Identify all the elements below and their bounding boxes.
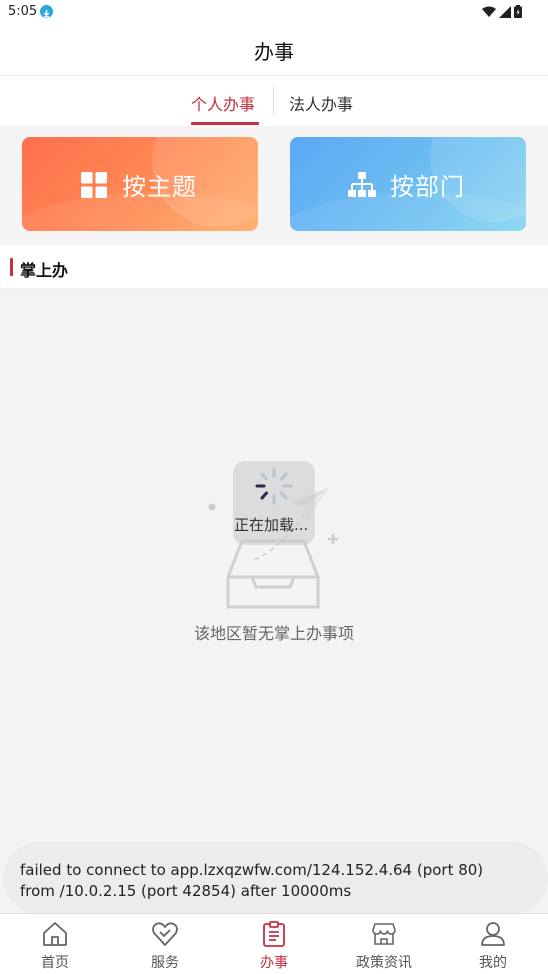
org-chart-icon (348, 172, 376, 197)
tab-bar: 个人办事 法人办事 (0, 77, 548, 126)
by-department-card[interactable]: 按部门 (290, 137, 526, 231)
section-title: 掌上办 (20, 261, 69, 280)
loading-text: 正在加载... (234, 516, 309, 534)
tabbar-item-services[interactable]: 服务 (110, 914, 220, 974)
tabbar-label: 首页 (41, 955, 69, 971)
tabbar-label: 办事 (260, 955, 288, 971)
section-header: 掌上办 (0, 246, 548, 289)
page-title: 办事 (254, 40, 294, 64)
wifi-icon (482, 6, 496, 17)
grid-icon (81, 172, 107, 198)
tabbar-label: 我的 (479, 955, 507, 971)
store-icon (372, 923, 396, 945)
tabbar-item-policy-news[interactable]: 政策资讯 (329, 914, 439, 974)
tab-legal-person-affairs[interactable]: 法人办事 (289, 91, 353, 115)
bottom-tab-bar: 首页 服务 办事 政策资讯 我的 (0, 913, 548, 974)
empty-state-text: 该地区暂无掌上办事项 (193, 624, 354, 643)
clipboard-icon (263, 921, 285, 947)
signal-icon (499, 5, 511, 18)
error-toast: failed to connect to app.lzxqzwfw.com/12… (3, 842, 548, 914)
by-theme-card[interactable]: 按主题 (22, 137, 258, 231)
tabbar-label: 政策资讯 (356, 955, 412, 971)
spinner-icon (255, 467, 293, 505)
tabbar-label: 服务 (151, 955, 179, 971)
download-icon (40, 5, 53, 18)
active-tab-indicator (191, 122, 259, 125)
heart-icon (152, 922, 178, 946)
tab-personal-affairs[interactable]: 个人办事 (191, 91, 255, 115)
by-department-label: 按部门 (390, 173, 465, 201)
status-indicators (482, 5, 522, 18)
app-header: 办事 (0, 24, 548, 76)
user-icon (481, 922, 505, 946)
status-time: 5:05 (8, 4, 38, 19)
by-theme-label: 按主题 (122, 173, 197, 201)
battery-icon (514, 5, 522, 18)
toast-message: failed to connect to app.lzxqzwfw.com/12… (20, 861, 484, 900)
tabbar-item-mine[interactable]: 我的 (438, 914, 548, 974)
tabbar-item-home[interactable]: 首页 (0, 914, 110, 974)
home-icon (43, 922, 67, 946)
tabbar-item-affairs[interactable]: 办事 (219, 914, 329, 974)
tab-divider (273, 87, 274, 115)
section-accent-bar (10, 258, 13, 276)
category-cards: 按主题 按部门 (0, 126, 548, 245)
status-bar: 5:05 (0, 0, 548, 24)
